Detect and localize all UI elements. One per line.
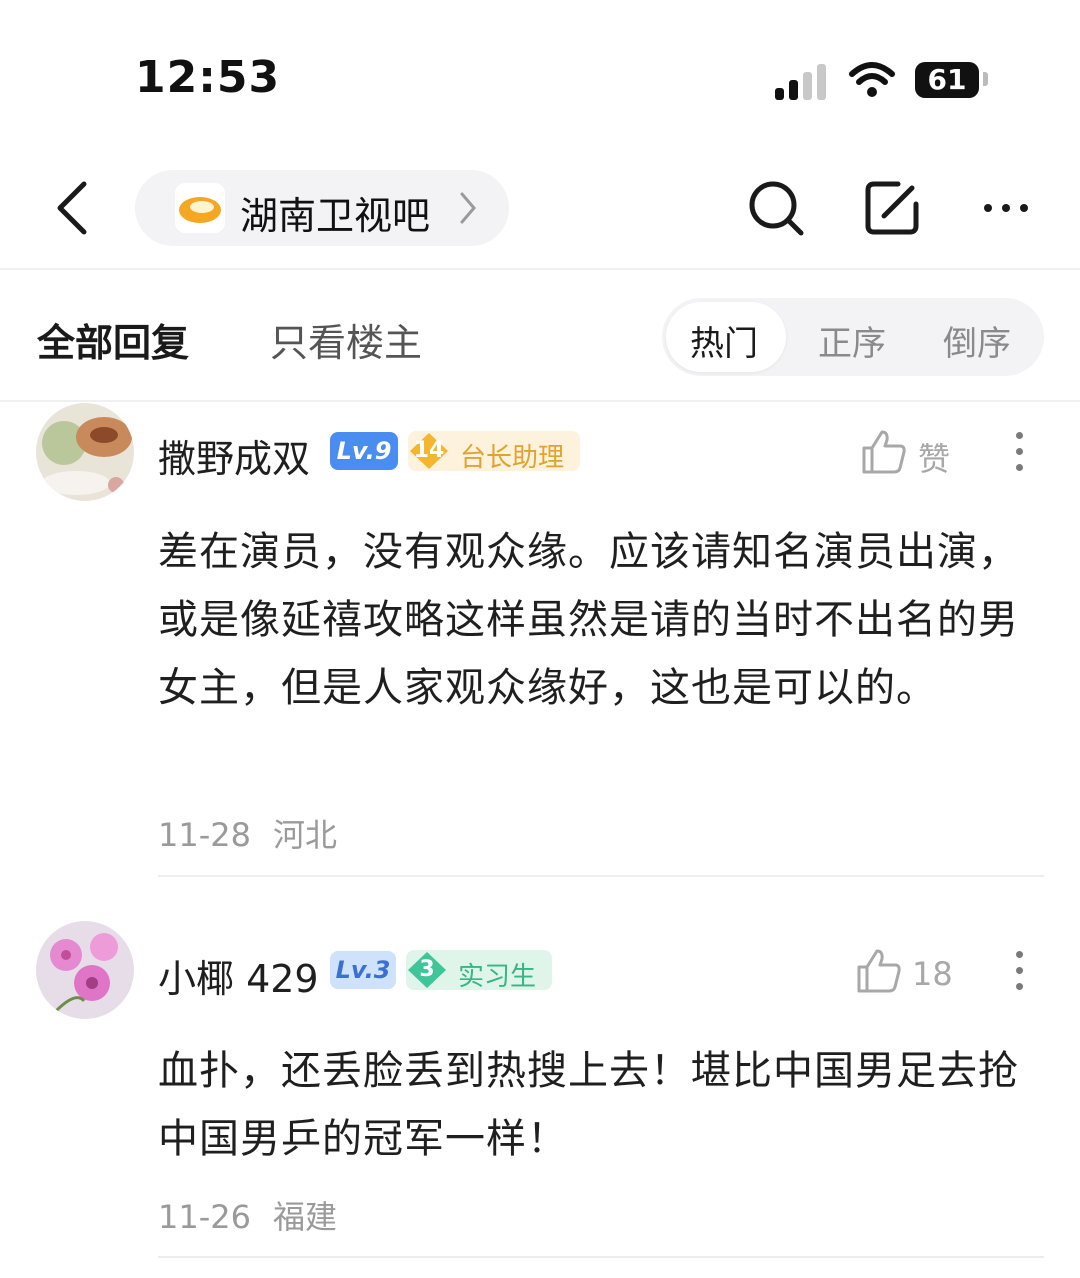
title-badge: 3 实习生 <box>406 950 552 992</box>
forum-logo-icon <box>175 183 225 233</box>
thumbs-up-icon[interactable] <box>860 428 908 476</box>
status-time: 12:53 <box>135 52 281 103</box>
level-badge: Lv.3 <box>330 951 396 989</box>
comment-meta: 11-26 福建 <box>158 1192 337 1238</box>
comment-date: 11-26 <box>158 1198 251 1236</box>
chevron-right-icon <box>460 192 476 224</box>
battery-indicator: 61 <box>915 62 979 98</box>
header-divider <box>0 268 1080 270</box>
badge-level-number: 3 <box>419 957 435 982</box>
thumbs-up-icon[interactable] <box>855 947 903 995</box>
sort-hot[interactable]: 热门 <box>690 316 758 365</box>
badge-title: 台长助理 <box>460 443 565 473</box>
comment-content: 血扑，还丢脸丢到热搜上去！堪比中国男足去抢中国男乒的冠军一样！ <box>158 1048 1019 1162</box>
back-icon[interactable] <box>52 180 92 236</box>
wifi-icon <box>849 62 895 97</box>
tab-op-only[interactable]: 只看楼主 <box>270 312 422 367</box>
comment-divider <box>158 1256 1044 1258</box>
tab-all-replies[interactable]: 全部回复 <box>37 312 189 367</box>
comment-meta: 11-28 河北 <box>158 810 337 856</box>
comment-location: 福建 <box>272 1198 337 1236</box>
like-count[interactable]: 赞 <box>918 434 950 480</box>
comment-location: 河北 <box>272 816 337 854</box>
comment-date: 11-28 <box>158 816 251 854</box>
avatar[interactable] <box>36 921 134 1019</box>
comment-divider <box>158 875 1044 877</box>
search-icon[interactable] <box>746 178 806 238</box>
level-badge: Lv.9 <box>330 432 398 470</box>
title-badge: 14 台长助理 <box>408 431 580 473</box>
vertical-more-icon[interactable] <box>1016 947 1024 995</box>
badge-level-number: 14 <box>413 438 445 463</box>
comment-username[interactable]: 小椰 429 <box>158 948 319 1003</box>
signal-icon <box>775 62 827 100</box>
like-count[interactable]: 18 <box>912 955 953 993</box>
forum-name[interactable]: 湖南卫视吧 <box>240 185 430 240</box>
sort-ascending[interactable]: 正序 <box>818 316 886 365</box>
more-icon[interactable] <box>978 178 1038 238</box>
battery-cap <box>983 72 988 86</box>
tabs-divider <box>0 400 1080 402</box>
comment-content: 差在演员，没有观众缘。应该请知名演员出演，或是像延禧攻略这样虽然是请的当时不出名… <box>158 529 1019 711</box>
edit-icon[interactable] <box>862 178 922 238</box>
avatar[interactable] <box>36 403 134 501</box>
vertical-more-icon[interactable] <box>1016 428 1024 476</box>
comment-username[interactable]: 撒野成双 <box>158 428 310 483</box>
badge-title: 实习生 <box>458 962 537 992</box>
sort-descending[interactable]: 倒序 <box>943 316 1011 365</box>
